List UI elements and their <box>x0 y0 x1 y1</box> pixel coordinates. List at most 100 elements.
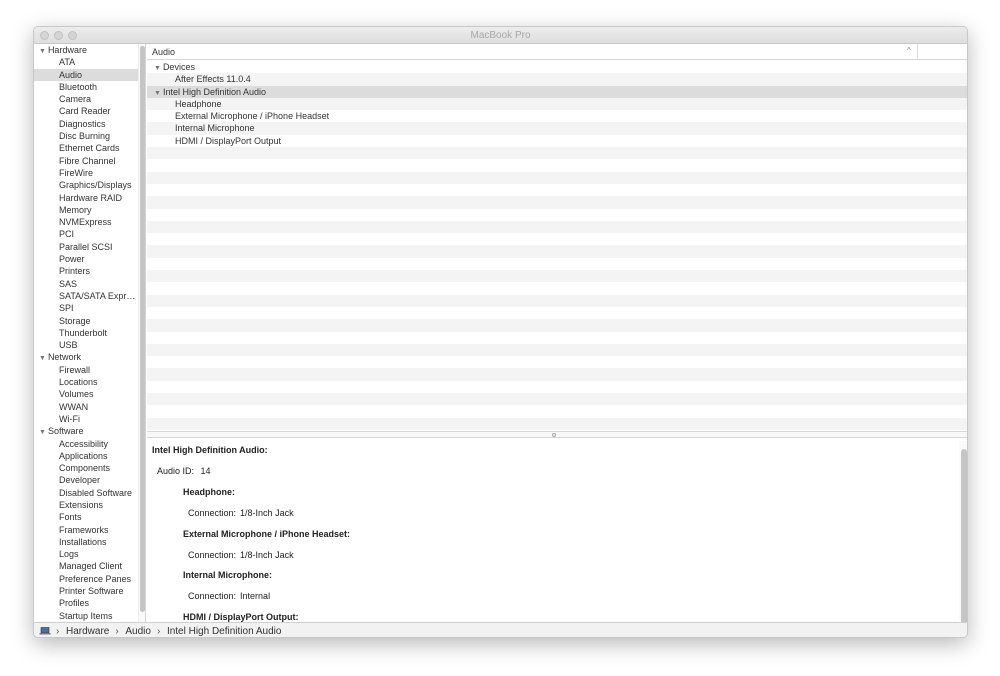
tree-group-row[interactable]: ▼ Intel High Definition Audio <box>147 85 967 98</box>
splitter-handle-icon[interactable] <box>552 433 556 437</box>
sidebar-item-wi-fi[interactable]: Wi-Fi <box>34 413 145 425</box>
sidebar-item-fonts[interactable]: Fonts <box>34 511 145 523</box>
tree-item-row[interactable]: After Effects 11.0.4 <box>147 73 967 86</box>
sidebar-section-network[interactable]: ▼ Network <box>34 351 145 363</box>
sidebar-item-audio[interactable]: Audio <box>34 68 145 81</box>
sidebar-item-sata-sata-expr[interactable]: SATA/SATA Expr… <box>34 290 145 302</box>
sidebar-item-accessibility[interactable]: Accessibility <box>34 438 145 450</box>
column-header[interactable]: Audio ^ <box>147 44 967 60</box>
sidebar-item-firewall[interactable]: Firewall <box>34 364 145 376</box>
disclosure-triangle-icon[interactable]: ▼ <box>154 65 161 72</box>
sidebar-item-disabled-software[interactable]: Disabled Software <box>34 487 145 499</box>
audio-id-label: Audio ID: <box>157 466 195 476</box>
connection-value: Internal <box>240 591 271 601</box>
tree-group-row[interactable]: ▼ Devices <box>147 61 967 73</box>
disclosure-triangle-icon[interactable]: ▼ <box>39 429 46 436</box>
sidebar-item-profiles[interactable]: Profiles <box>34 597 145 609</box>
sidebar-item-wwan[interactable]: WWAN <box>34 401 145 413</box>
empty-row <box>147 159 967 171</box>
sidebar-item-logs[interactable]: Logs <box>34 548 145 560</box>
sidebar-item-parallel-scsi[interactable]: Parallel SCSI <box>34 241 145 253</box>
sidebar-scrollbar-thumb[interactable] <box>140 46 145 612</box>
sidebar-item-pci[interactable]: PCI <box>34 228 145 240</box>
sidebar-item-power[interactable]: Power <box>34 253 145 265</box>
sidebar-item-fibre-channel[interactable]: Fibre Channel <box>34 155 145 167</box>
sidebar-item-developer[interactable]: Developer <box>34 474 145 486</box>
sidebar-item-storage[interactable]: Storage <box>34 315 145 327</box>
connection-value: 1/8-Inch Jack <box>240 508 294 518</box>
path-crumb-audio[interactable]: Audio <box>125 626 151 637</box>
sidebar-section-label: Software <box>47 426 84 437</box>
sidebar-item-sas[interactable]: SAS <box>34 278 145 290</box>
empty-row <box>147 258 967 270</box>
detail-connection-row: Connection: 1/8-Inch Jack <box>188 550 294 560</box>
sidebar-item-firewire[interactable]: FireWire <box>34 167 145 179</box>
path-separator-icon: › <box>56 626 60 637</box>
detail-connection-row: Connection: 1/8-Inch Jack <box>188 508 294 518</box>
sidebar-item-startup-items[interactable]: Startup Items <box>34 610 145 622</box>
detail-scrollbar[interactable] <box>959 441 967 625</box>
sidebar-item-spi[interactable]: SPI <box>34 302 145 314</box>
sidebar-item-printers[interactable]: Printers <box>34 265 145 277</box>
sidebar-section-hardware[interactable]: ▼ Hardware <box>34 44 145 56</box>
empty-row <box>147 368 967 381</box>
sidebar-item-printer-software[interactable]: Printer Software <box>34 585 145 597</box>
empty-row <box>147 294 967 307</box>
disclosure-triangle-icon[interactable]: ▼ <box>154 90 161 97</box>
empty-row <box>147 393 967 406</box>
detail-pane: Intel High Definition Audio: Audio ID: 1… <box>147 439 957 622</box>
path-crumb-intel-high-definition-audio[interactable]: Intel High Definition Audio <box>167 626 282 637</box>
pane-splitter[interactable] <box>147 431 967 438</box>
sidebar-item-extensions[interactable]: Extensions <box>34 499 145 511</box>
sidebar-item-memory[interactable]: Memory <box>34 204 145 216</box>
sidebar-item-locations[interactable]: Locations <box>34 376 145 388</box>
detail-title: Intel High Definition Audio: <box>152 445 268 455</box>
audio-id-value: 14 <box>200 466 211 476</box>
empty-row <box>147 245 967 258</box>
sidebar-section-software[interactable]: ▼ Software <box>34 425 145 437</box>
sidebar-item-hardware-raid[interactable]: Hardware RAID <box>34 192 145 204</box>
column-divider[interactable] <box>917 44 918 60</box>
sidebar-item-managed-client[interactable]: Managed Client <box>34 560 145 572</box>
sidebar-item-bluetooth[interactable]: Bluetooth <box>34 81 145 93</box>
sidebar-item-installations[interactable]: Installations <box>34 536 145 548</box>
sidebar-item-card-reader[interactable]: Card Reader <box>34 105 145 117</box>
detail-device-name: HDMI / DisplayPort Output: <box>183 611 299 622</box>
empty-row <box>147 171 967 184</box>
disclosure-triangle-icon[interactable]: ▼ <box>39 355 46 362</box>
tree-item-row[interactable]: HDMI / DisplayPort Output <box>147 135 967 147</box>
sidebar-item-graphics-displays[interactable]: Graphics/Displays <box>34 179 145 191</box>
sidebar-item-disc-burning[interactable]: Disc Burning <box>34 130 145 142</box>
sidebar-item-thunderbolt[interactable]: Thunderbolt <box>34 327 145 339</box>
empty-row <box>147 209 967 221</box>
empty-row <box>147 147 967 160</box>
sidebar-item-ata[interactable]: ATA <box>34 56 145 68</box>
sidebar-scrollbar[interactable] <box>138 44 145 622</box>
detail-scrollbar-thumb[interactable] <box>961 449 967 625</box>
detail-device-name: Internal Microphone: <box>183 570 273 580</box>
sidebar-item-nvmexpress[interactable]: NVMExpress <box>34 216 145 228</box>
sidebar-item-preference-panes[interactable]: Preference Panes <box>34 573 145 585</box>
empty-row <box>147 381 967 393</box>
sidebar-item-frameworks[interactable]: Frameworks <box>34 524 145 536</box>
sidebar-item-applications[interactable]: Applications <box>34 450 145 462</box>
sidebar-section-label: Hardware <box>47 45 87 55</box>
empty-row <box>147 417 967 430</box>
sidebar-item-volumes[interactable]: Volumes <box>34 388 145 400</box>
sidebar-item-camera[interactable]: Camera <box>34 93 145 105</box>
tree-item-row[interactable]: Internal Microphone <box>147 122 967 135</box>
sidebar-item-components[interactable]: Components <box>34 462 145 474</box>
path-bar: › Hardware › Audio › Intel High Definition Au… <box>34 622 967 637</box>
tree-item-row[interactable]: External Microphone / iPhone Headset <box>147 110 967 122</box>
tree-item-row[interactable]: Headphone <box>147 97 967 111</box>
sidebar-item-usb[interactable]: USB <box>34 339 145 351</box>
sort-indicator-icon[interactable]: ^ <box>907 46 911 55</box>
window-title: MacBook Pro <box>470 30 531 41</box>
disclosure-triangle-icon[interactable]: ▼ <box>39 48 46 55</box>
sidebar-section-label: Network <box>47 352 81 363</box>
empty-row <box>147 332 967 344</box>
system-information-window: MacBook Pro ▼ Hardware ATA Audio Bluetooth Ca… <box>33 26 968 638</box>
path-crumb-hardware[interactable]: Hardware <box>66 626 109 637</box>
sidebar-item-ethernet-cards[interactable]: Ethernet Cards <box>34 142 145 154</box>
sidebar-item-diagnostics[interactable]: Diagnostics <box>34 118 145 130</box>
